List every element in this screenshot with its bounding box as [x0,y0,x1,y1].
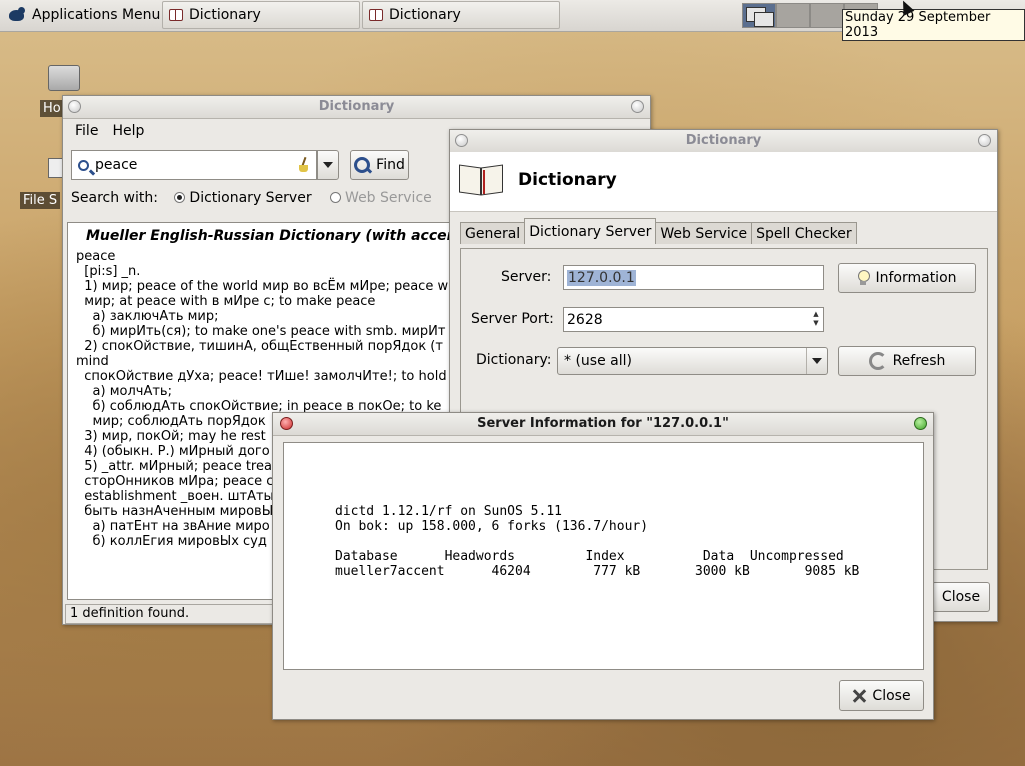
dictionary-select-value: * (use all) [564,353,632,369]
home-folder-icon[interactable] [48,65,80,91]
menu-file[interactable]: File [75,123,98,143]
server-info-line: dictd 1.12.1/rf on SunOS 5.11 [335,504,562,519]
status-text: 1 definition found. [70,606,190,621]
search-input[interactable]: peace [71,150,317,180]
server-port-value: 2628 [567,311,603,328]
search-icon [78,159,89,171]
prefs-close-button[interactable]: Close [932,582,990,612]
radio-unselected-icon [330,192,342,203]
window-close-button[interactable] [631,100,644,113]
server-input-value: 127.0.0.1 [567,269,636,286]
applications-menu-button[interactable]: Applications Menu [2,2,164,28]
search-input-value: peace [95,157,138,173]
server-input[interactable]: 127.0.0.1 [563,265,824,290]
server-info-line: mueller7accent 46204 777 kB 3000 kB 9085… [335,564,860,579]
main-window-title: Dictionary [318,99,395,114]
dictionary-app-icon [369,9,383,21]
information-button[interactable]: Information [838,263,976,293]
search-with-row: Search with: Dictionary Server Web Servi… [71,190,432,206]
taskbar-button-dictionary-2[interactable]: Dictionary [362,1,560,29]
search-history-dropdown[interactable] [317,150,339,180]
workspace-1[interactable] [742,3,776,28]
tab-dictionary-server[interactable]: Dictionary Server [524,218,657,244]
server-info-textview[interactable]: dictd 1.12.1/rf on SunOS 5.11 On bok: up … [283,442,924,670]
window-maximize-button[interactable] [914,417,927,430]
window-menu-button[interactable] [455,134,468,147]
window-close-button[interactable] [978,134,991,147]
refresh-icon [868,352,887,370]
tab-spell-checker[interactable]: Spell Checker [751,222,857,244]
info-dialog-title: Server Information for "127.0.0.1" [477,416,729,431]
clock-tooltip: Sunday 29 September 2013 [842,9,1025,41]
book-icon [458,164,506,198]
find-button-label: Find [376,157,405,173]
radio-web-service[interactable]: Web Service [330,190,432,206]
dictionary-select[interactable]: * (use all) [557,347,828,375]
window-close-button[interactable] [280,417,293,430]
find-button[interactable]: Find [350,150,409,180]
refresh-button[interactable]: Refresh [838,346,976,376]
prefs-close-label: Close [941,589,981,605]
prefs-titlebar[interactable]: Dictionary [450,130,997,153]
server-port-spinbutton[interactable]: 2628 ▲ ▼ [563,307,824,332]
information-button-label: Information [875,270,957,286]
server-info-line [335,534,923,549]
chevron-down-icon [806,348,827,374]
lightbulb-icon [857,270,871,286]
search-with-label: Search with: [71,190,158,206]
server-info-text: dictd 1.12.1/rf on SunOS 5.11 On bok: up … [335,504,923,579]
window-menu-button[interactable] [68,100,81,113]
menu-help[interactable]: Help [112,123,144,143]
spin-arrows-icon[interactable]: ▲ ▼ [811,310,821,330]
workspace-2[interactable] [776,3,810,28]
info-close-label: Close [872,687,911,704]
info-dialog-titlebar[interactable]: Server Information for "127.0.0.1" [273,413,933,436]
desktop-icon-label-filesystem[interactable]: File S [20,192,61,209]
taskbar-button-label: Dictionary [389,7,461,23]
main-window-titlebar[interactable]: Dictionary [63,96,650,119]
top-panel: Applications Menu Dictionary Dictionary … [0,0,1025,41]
radio-selected-icon [174,192,186,203]
radio-dictionary-server-label: Dictionary Server [189,190,312,206]
server-info-line: On bok: up 158.000, 6 forks (136.7/hour) [335,519,649,534]
prefs-window-title: Dictionary [685,133,762,148]
desktop-icon-label-home[interactable]: Ho [40,100,64,117]
server-info-dialog: Server Information for "127.0.0.1" dictd… [272,412,934,720]
taskbar-button-label: Dictionary [189,7,261,23]
applications-menu-label: Applications Menu [32,7,161,23]
tab-web-service[interactable]: Web Service [655,222,753,244]
info-close-button[interactable]: Close [839,680,924,711]
close-icon [852,689,866,703]
server-port-label: Server Port: [471,311,554,327]
clear-icon[interactable] [298,157,310,173]
xfce-mouse-icon [6,5,28,25]
find-icon [354,157,371,173]
prefs-header: Dictionary [450,152,997,212]
dictionary-label: Dictionary: [476,352,552,368]
server-info-line: Database Headwords Index Data Uncompress… [335,549,844,564]
tab-general[interactable]: General [460,222,526,244]
workspace-3[interactable] [810,3,844,28]
chevron-down-icon [323,162,333,168]
dictionary-app-icon [169,9,183,21]
refresh-button-label: Refresh [892,353,946,369]
taskbar-button-dictionary-1[interactable]: Dictionary [162,1,360,29]
prefs-header-title: Dictionary [518,170,617,190]
radio-dictionary-server[interactable]: Dictionary Server [174,190,312,206]
server-label: Server: [501,269,552,285]
prefs-tabs: General Dictionary Server Web Service Sp… [460,218,857,244]
radio-web-service-label: Web Service [345,190,432,206]
